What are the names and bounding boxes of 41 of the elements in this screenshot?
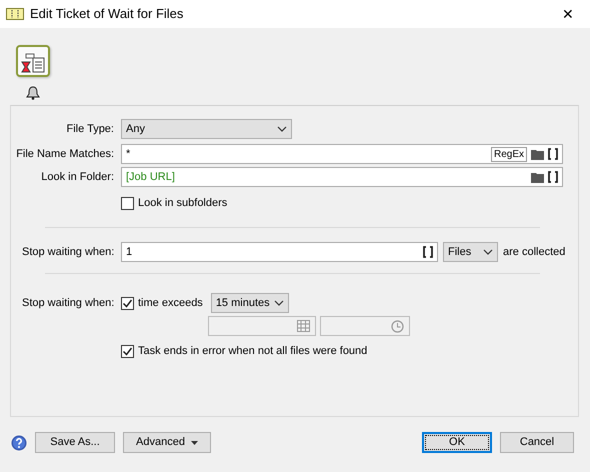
folder-icon xyxy=(531,148,544,160)
field-label: Stop waiting when: xyxy=(21,296,116,311)
dialog-button[interactable]: Save As... xyxy=(35,432,115,453)
dialog-button[interactable]: OK xyxy=(422,432,492,453)
chevron-icon xyxy=(277,125,287,133)
error-checkbox[interactable] xyxy=(121,344,134,358)
dialog-button[interactable]: Cancel xyxy=(500,432,574,453)
field-label: Stop waiting when: xyxy=(21,244,116,260)
count-field[interactable]: 1 xyxy=(121,242,438,262)
duration-select[interactable]: 15 minutes xyxy=(210,293,289,313)
variable-icon xyxy=(548,171,558,183)
caret-icon xyxy=(190,440,198,444)
window-title: Edit Ticket of Wait for Files xyxy=(30,5,184,24)
subfolders-checkbox[interactable] xyxy=(121,196,134,210)
bell-icon xyxy=(26,86,40,100)
dialog-button[interactable]: Advanced xyxy=(123,432,211,453)
checkbox-label: Look in subfolders xyxy=(138,196,228,211)
field-label: Look in Folder: xyxy=(40,170,115,185)
suffix-label: are collected xyxy=(503,244,566,260)
regex-button[interactable]: RegEx xyxy=(490,146,527,162)
help-icon xyxy=(11,434,27,450)
variable-icon xyxy=(423,246,433,258)
close-button[interactable]: ✕ xyxy=(546,0,590,28)
time-exceeds-checkbox[interactable] xyxy=(121,296,134,310)
chevron-icon xyxy=(483,248,493,256)
unit-select[interactable]: Files xyxy=(443,242,498,262)
ticket-icon xyxy=(6,8,24,20)
field-label: File Type: xyxy=(66,122,115,137)
checkbox-label: Task ends in error when not all files were found xyxy=(138,344,368,359)
folder-field[interactable]: [Job URL] xyxy=(121,167,563,187)
file-name-field[interactable]: * RegEx xyxy=(121,144,563,164)
field-label: File Name Matches: xyxy=(15,146,115,162)
chevron-icon xyxy=(274,299,284,307)
clock-icon xyxy=(391,320,404,332)
file-type-select[interactable]: Any xyxy=(121,119,292,139)
checkbox-label: time exceeds xyxy=(138,296,203,311)
date-field[interactable] xyxy=(208,316,316,336)
time-field[interactable] xyxy=(320,316,410,336)
calendar-icon xyxy=(297,320,310,332)
variable-icon xyxy=(548,148,558,160)
folder-icon xyxy=(531,171,544,183)
